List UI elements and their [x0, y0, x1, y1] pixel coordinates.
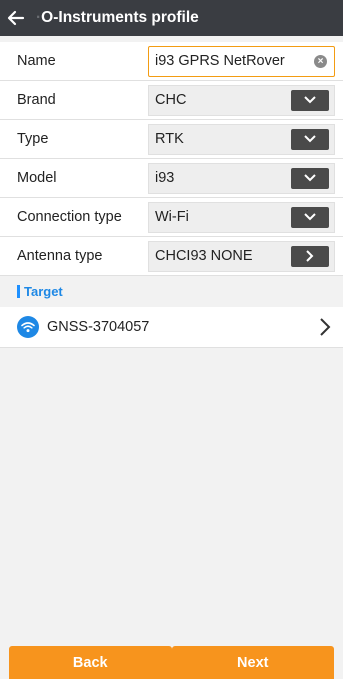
- page-title-text: O-Instruments profile: [41, 9, 199, 26]
- model-value: i93: [155, 170, 175, 186]
- chevron-down-icon[interactable]: [291, 128, 329, 150]
- antenna-type-value: CHCI93 NONE: [155, 248, 253, 264]
- type-value: RTK: [155, 131, 184, 147]
- brand-row: Brand CHC: [0, 81, 343, 120]
- chevron-right-icon[interactable]: [319, 317, 331, 342]
- type-select[interactable]: RTK: [148, 123, 335, 155]
- type-label: Type: [17, 131, 49, 147]
- connection-type-value: Wi-Fi: [155, 209, 189, 225]
- antenna-type-label: Antenna type: [17, 248, 103, 264]
- antenna-type-row: Antenna type CHCI93 NONE: [0, 237, 343, 276]
- footer-bar: Back Next: [0, 646, 343, 679]
- antenna-type-select[interactable]: CHCI93 NONE: [148, 240, 335, 272]
- back-button[interactable]: Back: [9, 646, 172, 679]
- target-section-title: Target: [24, 284, 63, 299]
- model-row: Model i93: [0, 159, 343, 198]
- profile-form: Name i93 GPRS NetRover × Brand CHC Type …: [0, 42, 343, 348]
- back-arrow-icon[interactable]: [0, 0, 32, 36]
- chevron-right-icon[interactable]: [291, 245, 329, 267]
- target-device-name: GNSS-3704057: [47, 319, 150, 335]
- target-device-row[interactable]: GNSS-3704057: [0, 307, 343, 348]
- name-value: i93 GPRS NetRover: [155, 53, 285, 69]
- type-row: Type RTK: [0, 120, 343, 159]
- connection-type-select[interactable]: Wi-Fi: [148, 201, 335, 233]
- section-marker: [17, 285, 20, 298]
- name-label: Name: [17, 53, 56, 69]
- model-select[interactable]: i93: [148, 162, 335, 194]
- brand-label: Brand: [17, 92, 56, 108]
- model-label: Model: [17, 170, 57, 186]
- name-row: Name i93 GPRS NetRover ×: [0, 42, 343, 81]
- chevron-down-icon[interactable]: [291, 89, 329, 111]
- brand-value: CHC: [155, 92, 187, 108]
- wifi-icon: [17, 316, 39, 338]
- page-title: ·O-Instruments profile: [32, 9, 199, 27]
- app-bar: ·O-Instruments profile: [0, 0, 343, 36]
- target-section-header: Target: [0, 276, 343, 307]
- brand-select[interactable]: CHC: [148, 84, 335, 116]
- clear-icon[interactable]: ×: [314, 54, 327, 68]
- chevron-down-icon[interactable]: [291, 206, 329, 228]
- next-button[interactable]: Next: [171, 646, 334, 679]
- chevron-down-icon[interactable]: [291, 167, 329, 189]
- connection-type-row: Connection type Wi-Fi: [0, 198, 343, 237]
- name-input[interactable]: i93 GPRS NetRover ×: [148, 45, 335, 77]
- connection-type-label: Connection type: [17, 209, 122, 225]
